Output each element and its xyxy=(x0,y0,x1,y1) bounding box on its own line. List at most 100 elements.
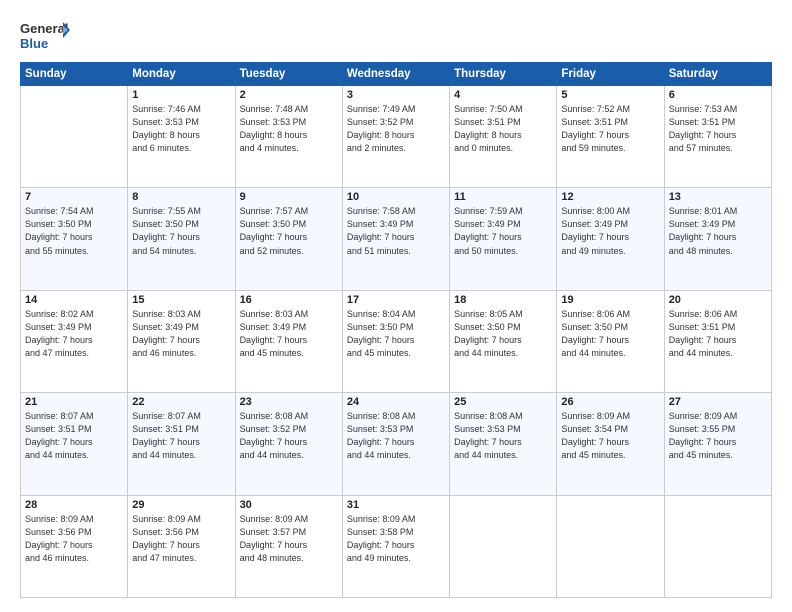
day-cell: 8 Sunrise: 7:55 AMSunset: 3:50 PMDaylight… xyxy=(128,188,235,290)
day-number: 20 xyxy=(669,294,767,306)
day-info: Sunrise: 7:52 AMSunset: 3:51 PMDaylight:… xyxy=(561,103,659,155)
day-number: 3 xyxy=(347,89,445,101)
day-cell: 1 Sunrise: 7:46 AMSunset: 3:53 PMDaylight… xyxy=(128,86,235,188)
week-row-3: 14 Sunrise: 8:02 AMSunset: 3:49 PMDayligh… xyxy=(21,290,772,392)
day-cell: 26 Sunrise: 8:09 AMSunset: 3:54 PMDayligh… xyxy=(557,393,664,495)
day-info: Sunrise: 7:58 AMSunset: 3:49 PMDaylight:… xyxy=(347,205,445,257)
day-cell: 19 Sunrise: 8:06 AMSunset: 3:50 PMDayligh… xyxy=(557,290,664,392)
day-cell: 14 Sunrise: 8:02 AMSunset: 3:49 PMDayligh… xyxy=(21,290,128,392)
day-cell: 12 Sunrise: 8:00 AMSunset: 3:49 PMDayligh… xyxy=(557,188,664,290)
svg-text:Blue: Blue xyxy=(20,36,48,51)
logo: General Blue xyxy=(20,18,70,56)
calendar-table: SundayMondayTuesdayWednesdayThursdayFrid… xyxy=(20,62,772,598)
day-number: 9 xyxy=(240,191,338,203)
day-number: 11 xyxy=(454,191,552,203)
day-number: 31 xyxy=(347,499,445,511)
day-info: Sunrise: 8:08 AMSunset: 3:53 PMDaylight:… xyxy=(347,410,445,462)
day-number: 15 xyxy=(132,294,230,306)
col-header-wednesday: Wednesday xyxy=(342,63,449,86)
col-header-monday: Monday xyxy=(128,63,235,86)
day-number: 27 xyxy=(669,396,767,408)
day-info: Sunrise: 8:06 AMSunset: 3:51 PMDaylight:… xyxy=(669,308,767,360)
week-row-1: 1 Sunrise: 7:46 AMSunset: 3:53 PMDaylight… xyxy=(21,86,772,188)
day-number: 16 xyxy=(240,294,338,306)
day-info: Sunrise: 8:09 AMSunset: 3:54 PMDaylight:… xyxy=(561,410,659,462)
day-cell: 5 Sunrise: 7:52 AMSunset: 3:51 PMDaylight… xyxy=(557,86,664,188)
day-number: 18 xyxy=(454,294,552,306)
day-cell: 30Sunrise: 8:09 AMSunset: 3:57 PMDayligh… xyxy=(235,495,342,597)
day-info: Sunrise: 8:03 AMSunset: 3:49 PMDaylight:… xyxy=(132,308,230,360)
col-header-sunday: Sunday xyxy=(21,63,128,86)
day-info: Sunrise: 7:55 AMSunset: 3:50 PMDaylight:… xyxy=(132,205,230,257)
col-header-tuesday: Tuesday xyxy=(235,63,342,86)
day-number: 4 xyxy=(454,89,552,101)
day-info: Sunrise: 8:09 AMSunset: 3:56 PMDaylight:… xyxy=(25,513,123,565)
week-row-5: 28 Sunrise: 8:09 AMSunset: 3:56 PMDayligh… xyxy=(21,495,772,597)
day-number: 8 xyxy=(132,191,230,203)
day-cell xyxy=(557,495,664,597)
day-number: 29 xyxy=(132,499,230,511)
day-info: Sunrise: 8:02 AMSunset: 3:49 PMDaylight:… xyxy=(25,308,123,360)
day-cell: 16 Sunrise: 8:03 AMSunset: 3:49 PMDayligh… xyxy=(235,290,342,392)
day-info: Sunrise: 8:09 AMSunset: 3:55 PMDaylight:… xyxy=(669,410,767,462)
day-cell: 3 Sunrise: 7:49 AMSunset: 3:52 PMDaylight… xyxy=(342,86,449,188)
day-cell xyxy=(21,86,128,188)
day-info: Sunrise: 7:46 AMSunset: 3:53 PMDaylight:… xyxy=(132,103,230,155)
col-header-thursday: Thursday xyxy=(450,63,557,86)
day-number: 1 xyxy=(132,89,230,101)
day-cell xyxy=(664,495,771,597)
day-number: 23 xyxy=(240,396,338,408)
week-row-2: 7Sunrise: 7:54 AMSunset: 3:50 PMDaylight… xyxy=(21,188,772,290)
day-info: Sunrise: 8:08 AMSunset: 3:52 PMDaylight:… xyxy=(240,410,338,462)
day-cell: 10 Sunrise: 7:58 AMSunset: 3:49 PMDayligh… xyxy=(342,188,449,290)
day-cell: 2 Sunrise: 7:48 AMSunset: 3:53 PMDaylight… xyxy=(235,86,342,188)
col-header-friday: Friday xyxy=(557,63,664,86)
day-number: 24 xyxy=(347,396,445,408)
day-info: Sunrise: 8:09 AMSunset: 3:56 PMDaylight:… xyxy=(132,513,230,565)
day-number: 14 xyxy=(25,294,123,306)
day-number: 13 xyxy=(669,191,767,203)
day-info: Sunrise: 8:07 AMSunset: 3:51 PMDaylight:… xyxy=(25,410,123,462)
day-info: Sunrise: 8:01 AMSunset: 3:49 PMDaylight:… xyxy=(669,205,767,257)
day-number: 25 xyxy=(454,396,552,408)
day-number: 26 xyxy=(561,396,659,408)
day-cell xyxy=(450,495,557,597)
day-cell: 29 Sunrise: 8:09 AMSunset: 3:56 PMDayligh… xyxy=(128,495,235,597)
day-cell: 4 Sunrise: 7:50 AMSunset: 3:51 PMDaylight… xyxy=(450,86,557,188)
day-info: Sunrise: 8:03 AMSunset: 3:49 PMDaylight:… xyxy=(240,308,338,360)
week-row-4: 21 Sunrise: 8:07 AMSunset: 3:51 PMDayligh… xyxy=(21,393,772,495)
day-cell: 25 Sunrise: 8:08 AMSunset: 3:53 PMDayligh… xyxy=(450,393,557,495)
day-info: Sunrise: 7:53 AMSunset: 3:51 PMDaylight:… xyxy=(669,103,767,155)
day-number: 28 xyxy=(25,499,123,511)
day-cell: 7Sunrise: 7:54 AMSunset: 3:50 PMDaylight… xyxy=(21,188,128,290)
day-info: Sunrise: 7:54 AMSunset: 3:50 PMDaylight:… xyxy=(25,205,123,257)
day-number: 2 xyxy=(240,89,338,101)
day-number: 21 xyxy=(25,396,123,408)
day-info: Sunrise: 7:49 AMSunset: 3:52 PMDaylight:… xyxy=(347,103,445,155)
day-info: Sunrise: 8:08 AMSunset: 3:53 PMDaylight:… xyxy=(454,410,552,462)
day-cell: 24 Sunrise: 8:08 AMSunset: 3:53 PMDayligh… xyxy=(342,393,449,495)
day-number: 10 xyxy=(347,191,445,203)
calendar-header-row: SundayMondayTuesdayWednesdayThursdayFrid… xyxy=(21,63,772,86)
day-info: Sunrise: 8:06 AMSunset: 3:50 PMDaylight:… xyxy=(561,308,659,360)
col-header-saturday: Saturday xyxy=(664,63,771,86)
day-cell: 15 Sunrise: 8:03 AMSunset: 3:49 PMDayligh… xyxy=(128,290,235,392)
day-number: 30 xyxy=(240,499,338,511)
day-cell: 21 Sunrise: 8:07 AMSunset: 3:51 PMDayligh… xyxy=(21,393,128,495)
svg-text:General: General xyxy=(20,21,68,36)
day-cell: 20 Sunrise: 8:06 AMSunset: 3:51 PMDayligh… xyxy=(664,290,771,392)
day-cell: 18 Sunrise: 8:05 AMSunset: 3:50 PMDayligh… xyxy=(450,290,557,392)
day-info: Sunrise: 7:50 AMSunset: 3:51 PMDaylight:… xyxy=(454,103,552,155)
day-number: 17 xyxy=(347,294,445,306)
day-info: Sunrise: 7:57 AMSunset: 3:50 PMDaylight:… xyxy=(240,205,338,257)
day-number: 5 xyxy=(561,89,659,101)
header: General Blue xyxy=(20,18,772,56)
day-cell: 11Sunrise: 7:59 AMSunset: 3:49 PMDayligh… xyxy=(450,188,557,290)
day-info: Sunrise: 8:00 AMSunset: 3:49 PMDaylight:… xyxy=(561,205,659,257)
day-info: Sunrise: 7:48 AMSunset: 3:53 PMDaylight:… xyxy=(240,103,338,155)
day-cell: 13 Sunrise: 8:01 AMSunset: 3:49 PMDayligh… xyxy=(664,188,771,290)
day-info: Sunrise: 8:05 AMSunset: 3:50 PMDaylight:… xyxy=(454,308,552,360)
day-number: 19 xyxy=(561,294,659,306)
day-number: 6 xyxy=(669,89,767,101)
day-number: 12 xyxy=(561,191,659,203)
